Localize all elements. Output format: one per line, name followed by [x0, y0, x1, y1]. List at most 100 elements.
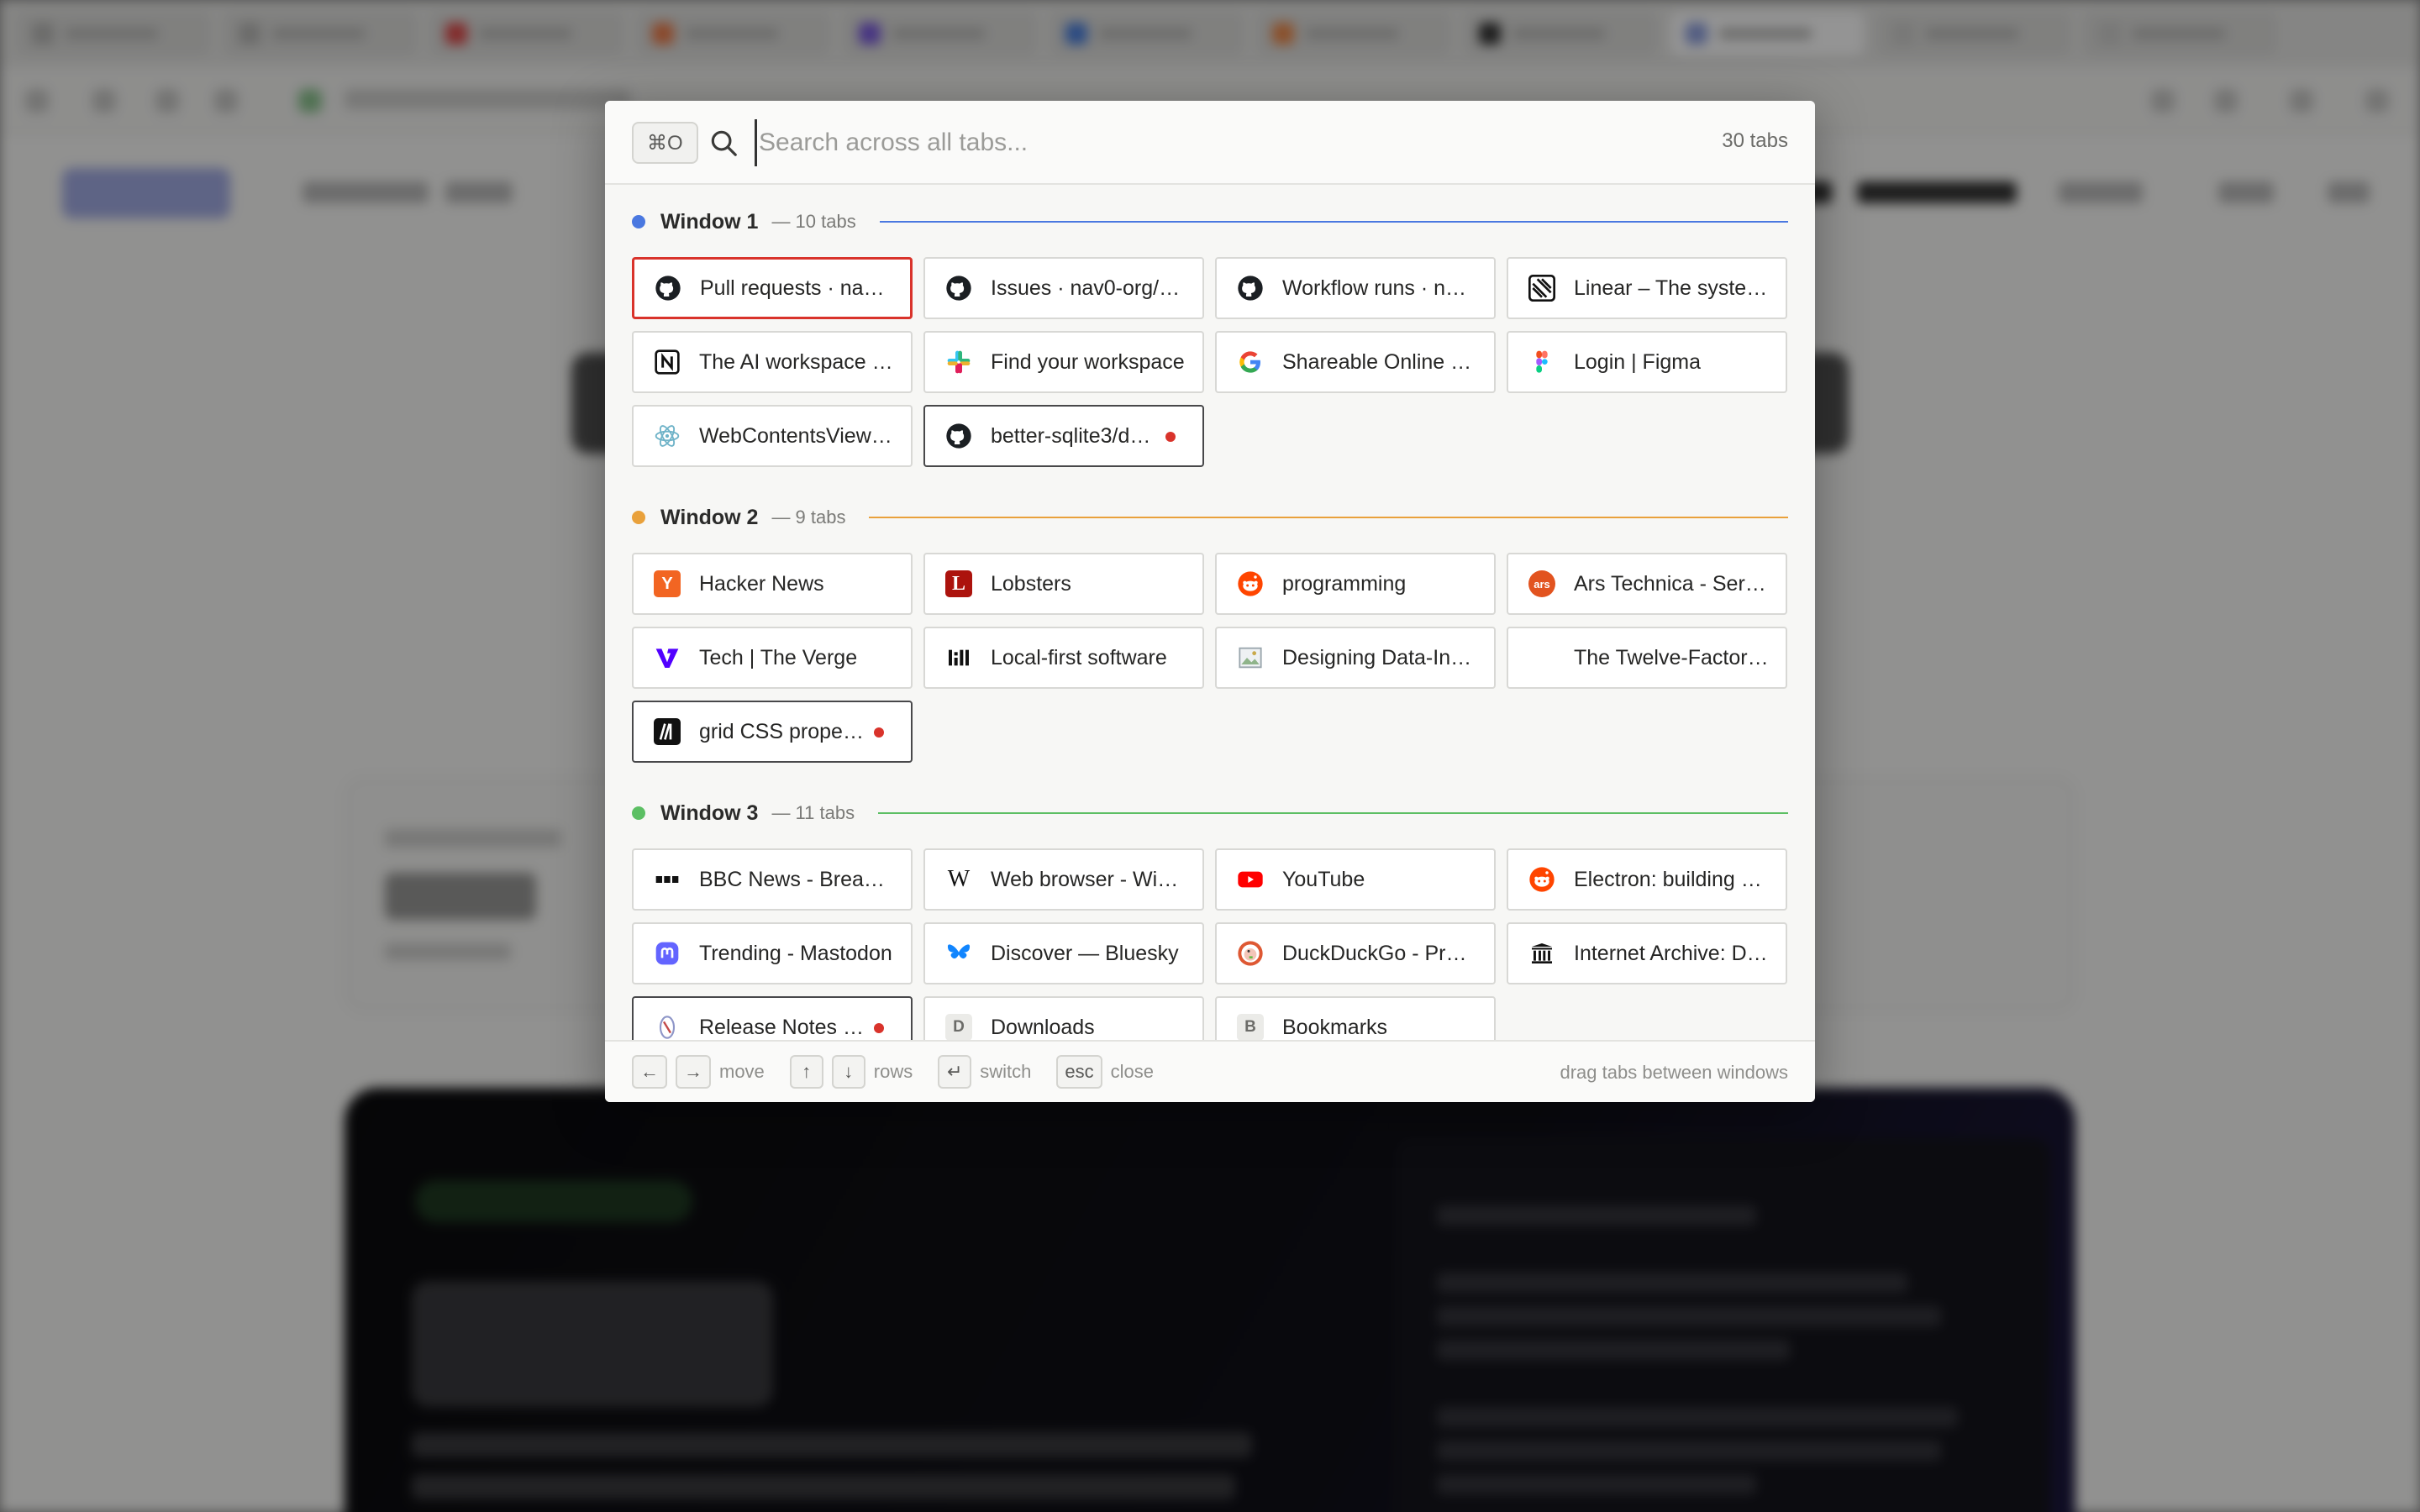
reddit-icon [1528, 866, 1555, 893]
tab-title: DuckDuckGo - Protection. Privacy. [1282, 941, 1477, 965]
tab-tile[interactable]: Shareable Online Calendar [1215, 331, 1496, 393]
tab-title: WebContentsView | Electron [699, 423, 894, 448]
tab-title: Internet Archive: Digital Library [1574, 941, 1769, 965]
notion-icon [654, 349, 681, 375]
window-section: Window 3 — 11 tabs BBC News - Breaking new… [632, 795, 1788, 1058]
active-tab-indicator [874, 1023, 884, 1033]
tab-tile[interactable]: L Lobsters [923, 553, 1204, 615]
tab-tile[interactable]: YouTube [1215, 848, 1496, 911]
letter-b-icon: B [1237, 1014, 1264, 1041]
window-divider [878, 812, 1788, 814]
mdn-icon [654, 718, 681, 745]
blank-favicon [1528, 644, 1555, 671]
tab-title: Linear – The system for modern product d… [1574, 276, 1769, 300]
tab-title: The Twelve-Factor App [1574, 645, 1769, 669]
window-section: Window 2 — 9 tabs Y Hacker News L Lobsters pro… [632, 499, 1788, 763]
tab-tile[interactable]: Local-first software [923, 627, 1204, 689]
google-icon [1237, 349, 1264, 375]
tab-grid: Pull requests · nav0-org/nav0 Issues · na… [632, 257, 1788, 467]
window-title: Window 1 [660, 209, 759, 234]
tab-tile[interactable]: better-sqlite3/docs/api.md [923, 405, 1204, 467]
window-divider [869, 517, 1788, 518]
tab-tile[interactable]: Issues · nav0-org/nav0 [923, 257, 1204, 319]
tab-tile[interactable]: Designing Data-Intensive Applications [1215, 627, 1496, 689]
tab-title: Designing Data-Intensive Applications [1282, 645, 1477, 669]
tab-title: Hacker News [699, 571, 824, 596]
window-header: Window 1 — 10 tabs [632, 203, 1788, 240]
tab-grid: Y Hacker News L Lobsters programming ars Ars T… [632, 553, 1788, 763]
key-cap: ← [632, 1055, 667, 1089]
key-cap: esc [1056, 1055, 1102, 1089]
lobsters-icon: L [945, 570, 972, 597]
tab-title: Trending - Mastodon [699, 941, 892, 965]
tab-title: Electron: building cross-platform apps [1574, 867, 1769, 891]
hacker-news-icon: Y [654, 570, 681, 597]
tab-tile[interactable]: Internet Archive: Digital Library [1507, 922, 1787, 984]
shortcut-badge: ⌘O [632, 122, 698, 164]
slack-icon [945, 349, 972, 375]
switcher-footer: ← → move ↑ ↓ rows ↵ switch esc close drag tabs be… [605, 1040, 1815, 1102]
key-hint-label: switch [980, 1061, 1032, 1082]
tab-tile[interactable]: W Web browser - Wikipedia [923, 848, 1204, 911]
tab-title: Shareable Online Calendar [1282, 349, 1477, 374]
active-tab-indicator [1165, 432, 1176, 442]
tab-title: Tech | The Verge [699, 645, 858, 669]
window-color-dot [632, 215, 645, 228]
key-hint-label: close [1110, 1061, 1154, 1082]
tab-tile[interactable]: DuckDuckGo - Protection. Privacy. [1215, 922, 1496, 984]
search-input[interactable] [755, 119, 1612, 166]
tab-title: better-sqlite3/docs/api.md [991, 423, 1159, 448]
tab-tile[interactable]: grid CSS property - MDN [632, 701, 913, 763]
tab-tile[interactable]: The Twelve-Factor App [1507, 627, 1787, 689]
tab-tile[interactable]: Discover — Bluesky [923, 922, 1204, 984]
tab-title: Downloads [991, 1015, 1095, 1039]
tab-tile[interactable]: The AI workspace that works for you [632, 331, 913, 393]
key-cap: ↑ [789, 1055, 823, 1089]
electron-icon [654, 423, 681, 449]
tab-tile[interactable]: Linear – The system for modern product d… [1507, 257, 1787, 319]
nav0-icon [654, 1014, 681, 1041]
tab-tile[interactable]: Find your workspace [923, 331, 1204, 393]
tab-tile[interactable]: Trending - Mastodon [632, 922, 913, 984]
tab-tile[interactable]: ars Ars Technica - Serving the Technologi… [1507, 553, 1787, 615]
tab-tile[interactable]: Tech | The Verge [632, 627, 913, 689]
tab-title: YouTube [1282, 867, 1365, 891]
tab-title: Discover — Bluesky [991, 941, 1179, 965]
tab-title: Find your workspace [991, 349, 1185, 374]
github-icon [945, 275, 972, 302]
tab-tile[interactable]: WebContentsView | Electron [632, 405, 913, 467]
tab-tile[interactable]: Workflow runs · nav0-org/nav0 [1215, 257, 1496, 319]
active-tab-indicator [874, 727, 884, 738]
tab-grid: BBC News - Breaking news W Web browser - W… [632, 848, 1788, 1058]
duckduckgo-icon [1237, 940, 1264, 967]
tab-title: Ars Technica - Serving the Technologist [1574, 571, 1769, 596]
tab-title: Local-first software [991, 645, 1167, 669]
tab-tile[interactable]: Electron: building cross-platform apps [1507, 848, 1787, 911]
window-tab-count: — 9 tabs [771, 507, 846, 528]
window-section: Window 1 — 10 tabs Pull requests · nav0-or… [632, 203, 1788, 467]
github-icon [1237, 275, 1264, 302]
tab-tile[interactable]: Pull requests · nav0-org/nav0 [632, 257, 913, 319]
window-header: Window 2 — 9 tabs [632, 499, 1788, 536]
tab-tile[interactable]: BBC News - Breaking news [632, 848, 913, 911]
tab-tile[interactable]: programming [1215, 553, 1496, 615]
ars-technica-icon: ars [1528, 570, 1555, 597]
github-icon [655, 275, 681, 302]
tab-tile[interactable]: Y Hacker News [632, 553, 913, 615]
drag-hint: drag tabs between windows [1560, 1062, 1789, 1083]
key-cap: ↵ [938, 1055, 972, 1089]
github-icon [945, 423, 972, 449]
tab-tile[interactable]: Login | Figma [1507, 331, 1787, 393]
bbc-icon [654, 866, 681, 893]
switcher-header: ⌘O 30 tabs [605, 101, 1815, 185]
tab-title: Pull requests · nav0-org/nav0 [700, 276, 895, 300]
window-color-dot [632, 511, 645, 524]
verge-icon [654, 644, 681, 671]
tab-title: Web browser - Wikipedia [991, 867, 1186, 891]
letter-d-icon: D [945, 1014, 972, 1041]
key-cap: ↓ [831, 1055, 865, 1089]
window-tab-count: — 10 tabs [771, 211, 856, 232]
tab-title: Lobsters [991, 571, 1071, 596]
mastodon-icon [654, 940, 681, 967]
image-placeholder-icon [1237, 644, 1264, 671]
